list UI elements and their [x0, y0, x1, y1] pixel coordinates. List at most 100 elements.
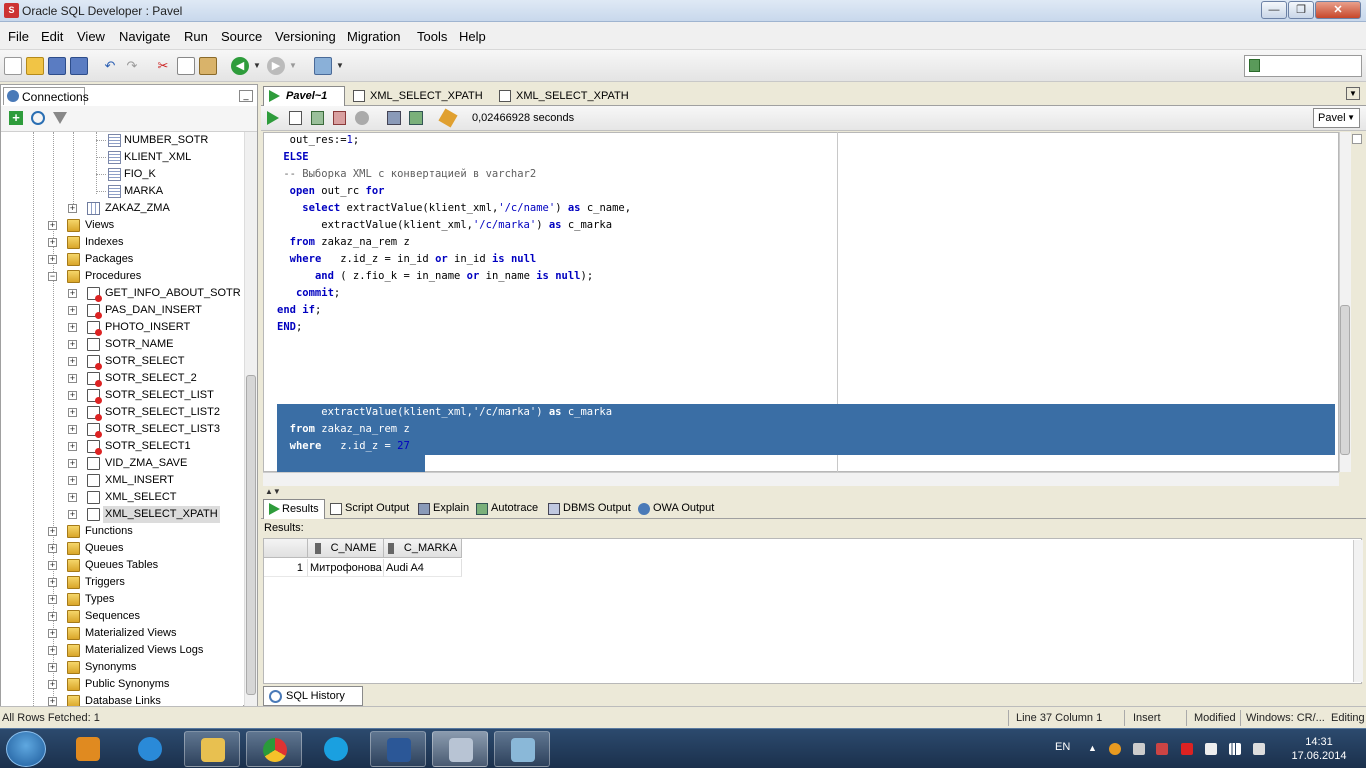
expand-icon[interactable]: + — [68, 306, 77, 315]
expand-icon[interactable]: + — [68, 340, 77, 349]
tab-dbms-output[interactable]: DBMS Output — [545, 499, 631, 519]
tree-item[interactable]: + Queues — [1, 540, 243, 557]
expand-icon[interactable]: + — [68, 476, 77, 485]
menu-help[interactable]: Help — [459, 29, 486, 44]
expand-icon[interactable]: + — [48, 544, 57, 553]
redo-icon[interactable]: ↷ — [123, 57, 141, 75]
tree-item[interactable]: + Triggers — [1, 574, 243, 591]
expand-icon[interactable]: + — [68, 204, 77, 213]
tree-item[interactable]: + Indexes — [1, 234, 243, 251]
tree-item[interactable]: NUMBER_SOTR — [1, 132, 243, 149]
taskbar-sql-developer[interactable] — [432, 731, 488, 767]
save-icon[interactable] — [48, 57, 66, 75]
tree-item[interactable]: FIO_K — [1, 166, 243, 183]
menu-migration[interactable]: Migration — [347, 29, 400, 44]
tray-app-icon[interactable] — [1109, 743, 1121, 755]
tab-script-output[interactable]: Script Output — [327, 499, 413, 519]
tree-item[interactable]: + Materialized Views — [1, 625, 243, 642]
code-line[interactable]: END; — [277, 319, 302, 336]
tree-item[interactable]: + PAS_DAN_INSERT — [1, 302, 243, 319]
cell-c-marka[interactable]: Audi A4 — [384, 559, 462, 577]
taskbar-explorer[interactable] — [184, 731, 240, 767]
copy-icon[interactable] — [177, 57, 195, 75]
chevron-down-icon[interactable]: ▼ — [252, 57, 262, 75]
column-header-c-name[interactable]: C_NAME — [308, 539, 384, 558]
maximize-button[interactable]: ❐ — [1288, 1, 1314, 19]
code-line[interactable]: extractValue(klient_xml,'/c/marka') as c… — [277, 217, 612, 234]
tab-xml-select-xpath-2[interactable]: XML_SELECT_XPATH — [493, 86, 633, 106]
expand-icon[interactable]: + — [48, 221, 57, 230]
tab-owa-output[interactable]: OWA Output — [635, 499, 721, 519]
tree-item[interactable]: + Functions — [1, 523, 243, 540]
action-center-icon[interactable] — [1133, 743, 1145, 755]
connection-select[interactable]: Pavel ▼ — [1313, 108, 1360, 128]
code-line[interactable]: select extractValue(klient_xml,'/c/name'… — [277, 200, 631, 217]
code-line[interactable]: commit; — [277, 285, 340, 302]
search-input[interactable] — [1244, 55, 1362, 77]
code-line[interactable]: open out_rc for — [277, 183, 385, 200]
code-line[interactable]: -- Выборка XML с конвертацией в varchar2 — [277, 166, 536, 183]
close-button[interactable]: ✕ — [1315, 1, 1361, 19]
network-icon[interactable] — [1229, 743, 1241, 755]
expand-icon[interactable]: + — [48, 629, 57, 638]
expand-icon[interactable]: + — [48, 255, 57, 264]
tab-xml-select-xpath-1[interactable]: XML_SELECT_XPATH — [347, 86, 487, 106]
tree-item[interactable]: + Synonyms — [1, 659, 243, 676]
tree-item[interactable]: + SOTR_SELECT — [1, 353, 243, 370]
results-scrollbar[interactable] — [1353, 540, 1363, 682]
expand-icon[interactable]: + — [68, 442, 77, 451]
autotrace-icon[interactable] — [409, 111, 423, 125]
code-line[interactable]: from zakaz_na_rem z — [277, 234, 410, 251]
code-line[interactable]: where z.id_z = in_id or in_id is null — [277, 251, 537, 268]
add-connection-icon[interactable]: + — [9, 111, 23, 125]
run-statement-icon[interactable] — [267, 111, 279, 125]
paste-icon[interactable] — [199, 57, 217, 75]
sql-history-tab[interactable]: SQL History — [263, 686, 363, 706]
expand-icon[interactable]: + — [48, 697, 57, 706]
forward-icon[interactable]: ▶ — [267, 57, 285, 75]
code-line[interactable]: end if; — [277, 302, 321, 319]
code-line[interactable]: out_res:=1; — [277, 132, 360, 149]
column-header-c-marka[interactable]: C_MARKA — [384, 539, 462, 558]
expand-icon[interactable]: + — [48, 663, 57, 672]
expand-icon[interactable]: + — [48, 646, 57, 655]
minimize-button[interactable]: — — [1261, 1, 1287, 19]
expand-icon[interactable]: + — [68, 425, 77, 434]
tree-item[interactable]: + XML_SELECT_XPATH — [1, 506, 243, 523]
tab-results[interactable]: Results — [263, 499, 325, 519]
tree-item[interactable]: + GET_INFO_ABOUT_SOTR — [1, 285, 243, 302]
tray-volume-warning-icon[interactable] — [1156, 743, 1168, 755]
cell-c-name[interactable]: Митрофонова — [308, 559, 384, 577]
chevron-down-icon[interactable]: ▼ — [288, 57, 298, 75]
tab-autotrace[interactable]: Autotrace — [473, 499, 543, 519]
taskbar-word[interactable] — [370, 731, 426, 767]
tree-item[interactable]: + Materialized Views Logs — [1, 642, 243, 659]
expand-icon[interactable]: + — [68, 459, 77, 468]
tree-item[interactable]: + SOTR_SELECT_2 — [1, 370, 243, 387]
expand-icon[interactable]: + — [68, 408, 77, 417]
tree-item[interactable]: − Procedures — [1, 268, 243, 285]
menu-view[interactable]: View — [77, 29, 105, 44]
run-sql-icon[interactable] — [314, 57, 332, 75]
expand-icon[interactable]: + — [68, 323, 77, 332]
volume-icon[interactable] — [1253, 743, 1265, 755]
tree-item[interactable]: + ZAKAZ_ZMA — [1, 200, 243, 217]
cut-icon[interactable]: ✂ — [154, 57, 172, 75]
code-line-selected[interactable]: extractValue(klient_xml,'/c/marka') as c… — [277, 404, 612, 421]
code-line-selected[interactable]: from zakaz_na_rem z — [277, 421, 410, 438]
tree-scrollbar-thumb[interactable] — [246, 375, 256, 695]
tree-item[interactable]: + VID_ZMA_SAVE — [1, 455, 243, 472]
menu-run[interactable]: Run — [184, 29, 208, 44]
tray-security-icon[interactable] — [1181, 743, 1193, 755]
tree-item[interactable]: + Types — [1, 591, 243, 608]
expand-icon[interactable]: + — [48, 238, 57, 247]
expand-icon[interactable]: + — [68, 357, 77, 366]
commit-icon[interactable] — [311, 111, 324, 125]
menu-tools[interactable]: Tools — [417, 29, 447, 44]
tree-item[interactable]: + Public Synonyms — [1, 676, 243, 693]
menu-file[interactable]: File — [8, 29, 29, 44]
expand-icon[interactable]: + — [68, 493, 77, 502]
start-button[interactable] — [6, 731, 46, 767]
tree-item[interactable]: + SOTR_SELECT_LIST — [1, 387, 243, 404]
open-folder-icon[interactable] — [26, 57, 44, 75]
